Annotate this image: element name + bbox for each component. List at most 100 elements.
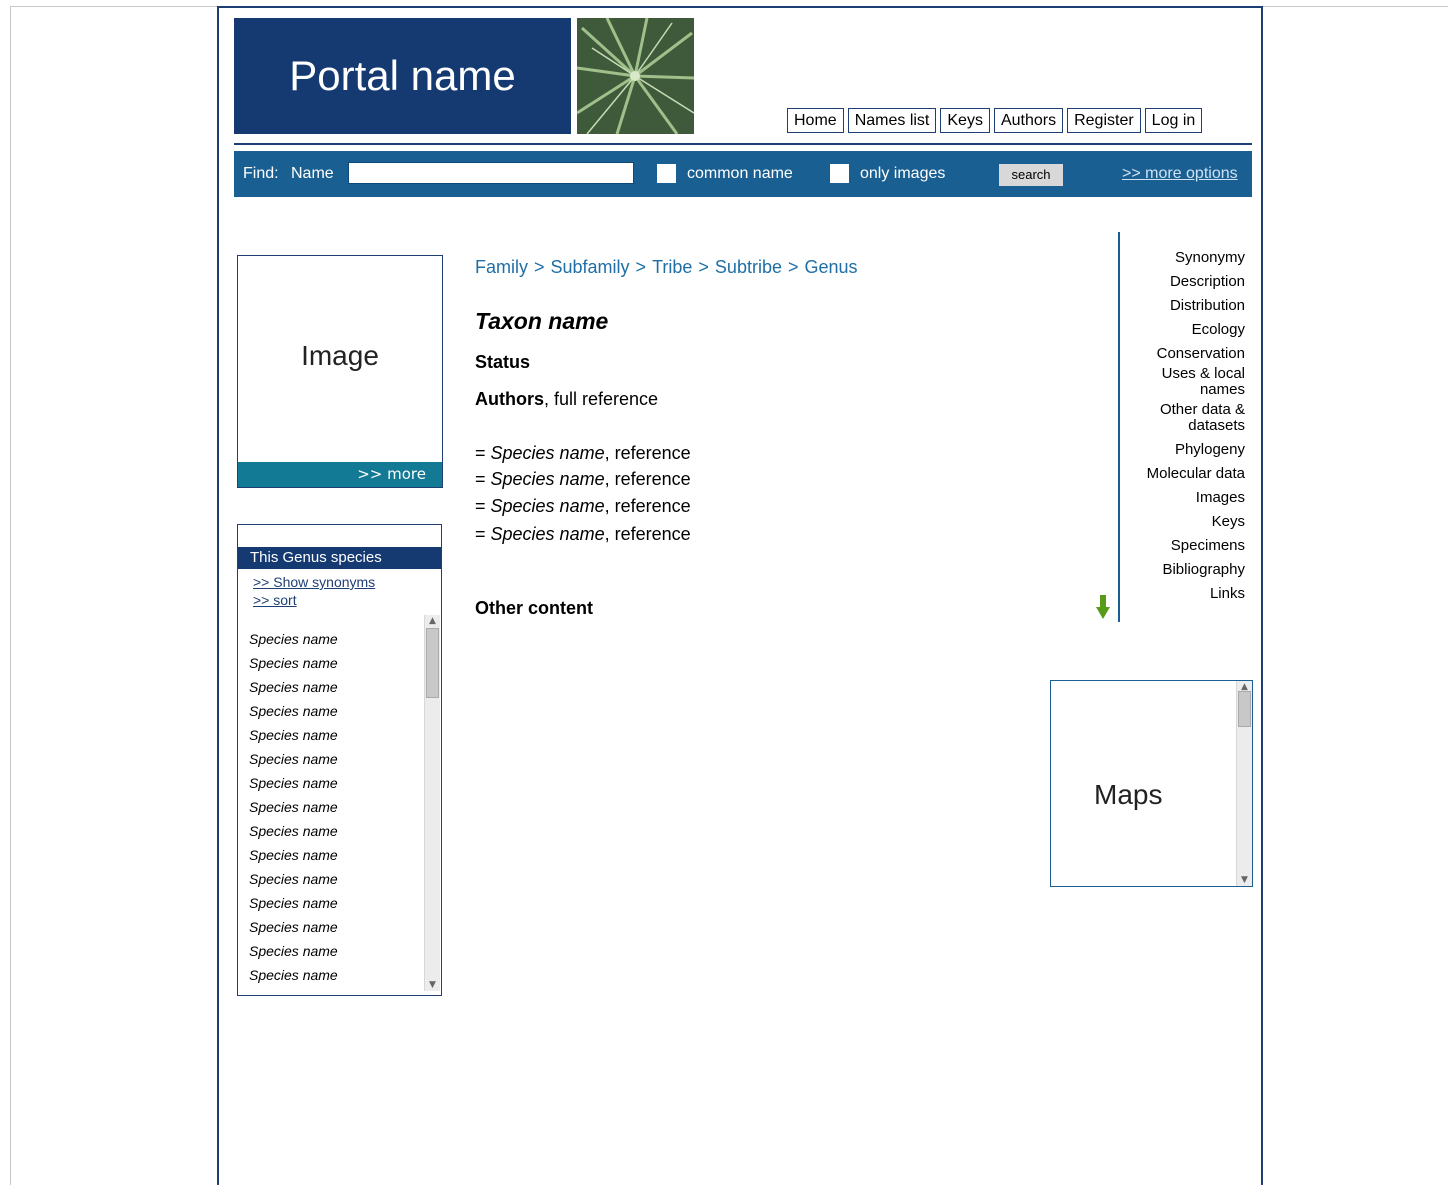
search-button[interactable]: search <box>999 164 1063 186</box>
species-list-item[interactable]: Species name <box>249 843 338 867</box>
synonym-line: = Species name, reference <box>475 524 691 545</box>
page-container: Portal name Home Names list Keys Authors… <box>217 6 1263 1185</box>
taxon-authors: Authors, full reference <box>475 389 658 410</box>
name-search-input[interactable] <box>348 162 634 184</box>
maps-placeholder-label: Maps <box>1094 779 1163 810</box>
nav-names-list[interactable]: Names list <box>847 108 937 133</box>
species-scrollbar[interactable]: ▲ ▼ <box>424 615 440 991</box>
section-link-synonymy[interactable]: Synonymy <box>1141 250 1245 266</box>
breadcrumb-genus[interactable]: Genus <box>804 257 857 277</box>
breadcrumb-subfamily[interactable]: Subfamily <box>551 257 630 277</box>
find-label: Find: <box>243 165 279 182</box>
species-list-item[interactable]: Species name <box>249 867 338 891</box>
other-content-heading: Other content <box>475 598 594 618</box>
breadcrumb-separator: > <box>534 257 545 277</box>
synonym-prefix: = <box>475 524 491 544</box>
synonym-reference: , reference <box>604 469 691 489</box>
species-list: Species name Species name Species name S… <box>249 627 338 987</box>
portal-logo[interactable]: Portal name <box>234 18 571 134</box>
common-name-label: common name <box>687 165 793 182</box>
species-list-item[interactable]: Species name <box>249 651 338 675</box>
right-nav-divider <box>1118 232 1120 622</box>
species-list-item[interactable]: Species name <box>249 771 338 795</box>
synonym-reference: , reference <box>604 524 691 544</box>
species-list-item[interactable]: Species name <box>249 915 338 939</box>
synonym-name[interactable]: Species name <box>491 469 605 489</box>
scroll-up-icon[interactable]: ▲ <box>425 615 440 627</box>
species-list-item[interactable]: Species name <box>249 939 338 963</box>
breadcrumb: Family > Subfamily > Tribe > Subtribe > Genus <box>475 257 858 278</box>
section-link-conservation[interactable]: Conservation <box>1141 346 1245 362</box>
genus-species-panel: This Genus species >> Show synonyms >> s… <box>237 524 442 996</box>
scroll-thumb[interactable] <box>426 628 439 698</box>
nav-home[interactable]: Home <box>787 108 844 133</box>
down-arrow-icon[interactable] <box>1096 595 1110 619</box>
section-link-distribution[interactable]: Distribution <box>1141 298 1245 314</box>
maps-scrollbar[interactable]: ▲ ▼ <box>1236 681 1252 886</box>
scroll-down-icon[interactable]: ▼ <box>1237 874 1252 886</box>
species-list-item[interactable]: Species name <box>249 747 338 771</box>
header-photo <box>577 18 694 134</box>
taxon-image-box[interactable]: Image >> more <box>237 255 443 488</box>
breadcrumb-separator: > <box>698 257 709 277</box>
top-navigation: Home Names list Keys Authors Register Lo… <box>787 108 1203 133</box>
synonym-name[interactable]: Species name <box>491 443 605 463</box>
synonym-name[interactable]: Species name <box>491 524 605 544</box>
species-list-item[interactable]: Species name <box>249 627 338 651</box>
image-more-link[interactable]: >> more <box>238 462 442 487</box>
synonym-prefix: = <box>475 469 491 489</box>
only-images-label: only images <box>860 165 946 182</box>
species-list-item[interactable]: Species name <box>249 723 338 747</box>
synonym-reference: , reference <box>604 443 691 463</box>
nav-log-in[interactable]: Log in <box>1144 108 1203 133</box>
full-reference: , full reference <box>544 389 659 409</box>
species-list-item[interactable]: Species name <box>249 891 338 915</box>
name-label: Name <box>291 165 334 182</box>
section-link-keys[interactable]: Keys <box>1141 514 1245 530</box>
nav-keys[interactable]: Keys <box>940 108 990 133</box>
species-list-item[interactable]: Species name <box>249 819 338 843</box>
section-link-description[interactable]: Description <box>1141 274 1245 290</box>
section-link-specimens[interactable]: Specimens <box>1141 538 1245 554</box>
breadcrumb-tribe[interactable]: Tribe <box>652 257 692 277</box>
synonym-line: = Species name, reference <box>475 469 691 490</box>
section-link-phylogeny[interactable]: Phylogeny <box>1141 442 1245 458</box>
sort-link[interactable]: >> sort <box>253 592 297 608</box>
maps-box[interactable]: Maps ▲ ▼ <box>1050 680 1253 887</box>
synonym-prefix: = <box>475 496 491 516</box>
synonym-line: = Species name, reference <box>475 496 691 517</box>
section-link-uses-local-names[interactable]: Uses & local names <box>1141 366 1245 398</box>
synonym-reference: , reference <box>604 496 691 516</box>
synonym-line: = Species name, reference <box>475 443 691 464</box>
portal-name: Portal name <box>289 52 516 99</box>
image-placeholder-label: Image <box>301 340 379 371</box>
scroll-thumb[interactable] <box>1238 691 1251 727</box>
breadcrumb-subtribe[interactable]: Subtribe <box>715 257 782 277</box>
section-link-molecular-data[interactable]: Molecular data <box>1141 466 1245 482</box>
section-link-images[interactable]: Images <box>1141 490 1245 506</box>
section-link-ecology[interactable]: Ecology <box>1141 322 1245 338</box>
show-synonyms-link[interactable]: >> Show synonyms <box>253 574 375 590</box>
taxon-status: Status <box>475 352 531 372</box>
section-link-bibliography[interactable]: Bibliography <box>1141 562 1245 578</box>
species-list-item[interactable]: Species name <box>249 699 338 723</box>
species-list-item[interactable]: Species name <box>249 795 338 819</box>
nav-register[interactable]: Register <box>1067 108 1141 133</box>
breadcrumb-separator: > <box>635 257 647 277</box>
common-name-checkbox[interactable] <box>657 164 676 183</box>
species-list-item[interactable]: Species name <box>249 963 338 987</box>
more-options-link[interactable]: >> more options <box>1122 165 1238 183</box>
header-divider <box>234 143 1252 145</box>
scroll-down-icon[interactable]: ▼ <box>425 979 440 991</box>
breadcrumb-separator: > <box>787 257 799 277</box>
only-images-checkbox[interactable] <box>830 164 849 183</box>
nav-authors[interactable]: Authors <box>993 108 1064 133</box>
section-link-other-data[interactable]: Other data & datasets <box>1141 402 1245 434</box>
synonym-prefix: = <box>475 443 491 463</box>
section-link-links[interactable]: Links <box>1141 586 1245 602</box>
synonym-name[interactable]: Species name <box>491 496 605 516</box>
species-list-item[interactable]: Species name <box>249 675 338 699</box>
find-bar: Find: Name common name only images searc… <box>234 151 1252 197</box>
section-navigation: Synonymy Description Distribution Ecolog… <box>1141 250 1245 610</box>
breadcrumb-family[interactable]: Family <box>475 257 528 277</box>
